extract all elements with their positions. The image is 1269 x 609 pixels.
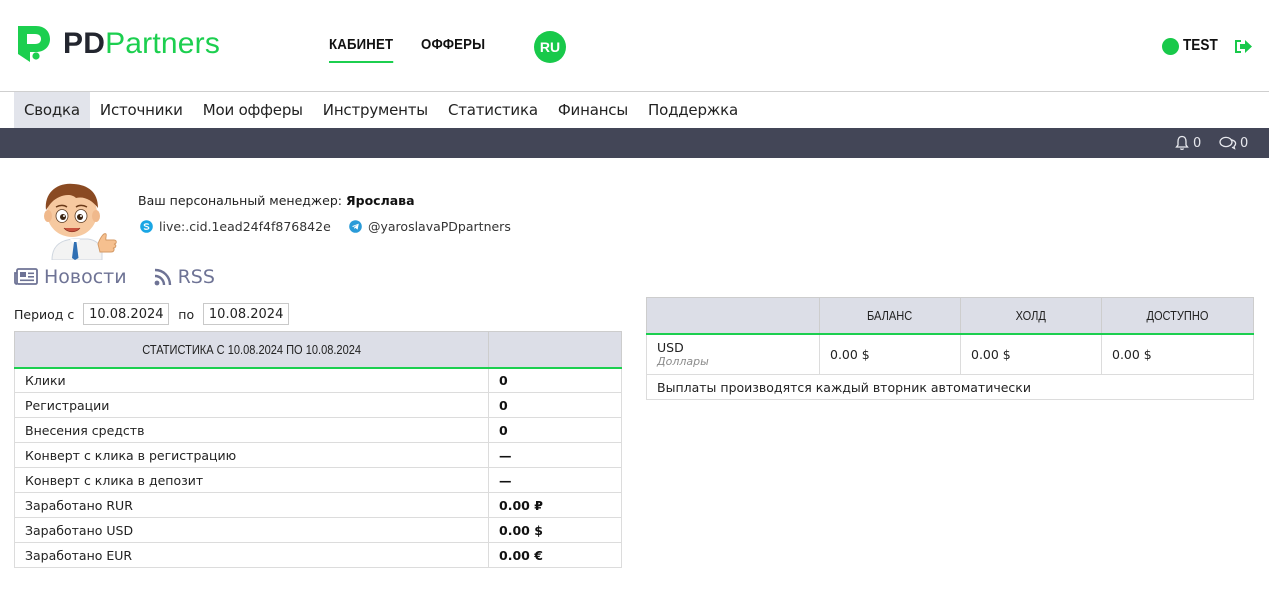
notifications-count: 0 [1193,135,1202,151]
telegram-handle: @yaroslavaPDpartners [368,219,511,234]
currency-cell: USD Доллары [646,333,820,375]
main-menu: Сводка Источники Мои офферы Инструменты … [14,92,748,128]
telegram-icon [349,220,362,233]
user-status-dot [1162,37,1179,55]
logo-text: PDPartners [63,24,220,64]
bell-icon [1175,135,1189,150]
logo-pd-text: PD [63,27,106,60]
stats-label: Заработано RUR [14,492,489,518]
period-to-input[interactable] [203,303,290,325]
menu-item-my-offers[interactable]: Мои офферы [193,92,313,128]
period-filter: Период с по [14,303,298,325]
news-link[interactable]: Новости [14,266,127,288]
hold-col-label: Холд [1015,307,1047,323]
stats-label: Клики [14,367,489,393]
feed-links: Новости RSS [14,266,242,288]
stats-value: — [488,467,622,493]
balance-header-hold: Холд [960,297,1102,335]
menu-item-tools[interactable]: Инструменты [313,92,438,128]
currency-code: USD [657,339,684,355]
period-from-input[interactable] [83,303,170,325]
table-row: Конверт с клика в депозит — [14,467,622,493]
manager-avatar [44,183,117,260]
stats-value: 0 [488,367,622,393]
stats-label: Регистрации [14,392,489,418]
user-name: TEST [1183,37,1218,54]
available-value: 0.00 $ [1101,333,1254,375]
stats-value: — [488,442,622,468]
rss-label: RSS [177,266,215,288]
stats-value: 0 [488,392,622,418]
manager-label: Ваш персональный менеджер: [138,193,343,208]
menu-item-statistics[interactable]: Статистика [438,92,548,128]
stats-header-text: Статистика с 10.08.2024 по 10.08.2024 [142,341,361,357]
nav-offers[interactable]: ОФФЕРЫ [421,36,485,53]
menu-item-sources[interactable]: Источники [90,92,193,128]
stats-header: Статистика с 10.08.2024 по 10.08.2024 [14,331,489,369]
menu-item-finance[interactable]: Финансы [548,92,638,128]
menu-item-support[interactable]: Поддержка [638,92,748,128]
skype-icon [140,220,153,233]
period-to-label: по [178,306,195,322]
stats-value: 0 [488,417,622,443]
stats-label: Заработано EUR [14,542,489,568]
logout-icon[interactable] [1235,38,1253,55]
news-label: Новости [44,266,127,288]
table-row: Клики 0 [14,367,622,393]
balance-header-balance: Баланс [819,297,961,335]
stats-label: Внесения средств [14,417,489,443]
pdpartners-logo[interactable]: PDPartners [14,24,220,64]
logo-mark-icon [18,26,50,62]
balance-header-available: Доступно [1101,297,1254,335]
language-switch[interactable]: RU [534,31,566,63]
stats-label: Конверт с клика в регистрацию [14,442,489,468]
hold-value: 0.00 $ [960,333,1102,375]
balance-header-currency [646,297,820,335]
table-row: Регистрации 0 [14,392,622,418]
stats-value: 0.00 € [488,542,622,568]
table-row: Заработано USD 0.00 $ [14,517,622,543]
balance-table: Баланс Холд Доступно USD Доллары 0.00 $ … [646,297,1254,400]
currency-name: Доллары [657,354,709,368]
stats-value: 0.00 ₽ [488,492,622,518]
stats-value: 0.00 $ [488,517,622,543]
messages-button[interactable]: 0 [1219,135,1248,151]
messages-count: 0 [1240,135,1249,151]
newspaper-icon [14,268,38,285]
stats-label: Заработано USD [14,517,489,543]
notification-bar [0,128,1269,158]
user-menu[interactable]: TEST [1162,37,1224,55]
manager-name: Ярослава [346,193,415,208]
skype-id: live:.cid.1ead24f4f876842e [159,219,331,234]
balance-value: 0.00 $ [819,333,961,375]
site-header: PDPartners КАБИНЕТ ОФФЕРЫ RU TEST [0,0,1269,92]
rss-icon [154,268,171,286]
table-row: Заработано EUR 0.00 € [14,542,622,568]
stats-table: Статистика с 10.08.2024 по 10.08.2024 Кл… [14,331,622,568]
logo-partners-text: Partners [105,27,221,60]
manager-skype[interactable]: live:.cid.1ead24f4f876842e [140,219,331,234]
payout-note-row: Выплаты производятся каждый вторник авто… [646,374,1254,400]
chat-bubbles-icon [1219,136,1237,150]
table-row: Конверт с клика в регистрацию — [14,442,622,468]
stats-label: Конверт с клика в депозит [14,467,489,493]
stats-header-empty [488,331,622,369]
period-from-label: Период с [14,306,75,322]
nav-cabinet[interactable]: КАБИНЕТ [329,36,394,63]
table-row: Заработано RUR 0.00 ₽ [14,492,622,518]
manager-telegram[interactable]: @yaroslavaPDpartners [349,219,511,234]
table-row: Внесения средств 0 [14,417,622,443]
notifications-button[interactable]: 0 [1174,135,1201,151]
available-col-label: Доступно [1146,307,1209,323]
manager-info: Ваш персональный менеджер: Ярослава [138,193,415,208]
menu-item-summary[interactable]: Сводка [14,92,90,128]
balance-col-label: Баланс [867,307,913,323]
payout-note: Выплаты производятся каждый вторник авто… [646,374,1254,400]
table-row: USD Доллары 0.00 $ 0.00 $ 0.00 $ [646,333,1254,375]
rss-link[interactable]: RSS [154,266,215,288]
